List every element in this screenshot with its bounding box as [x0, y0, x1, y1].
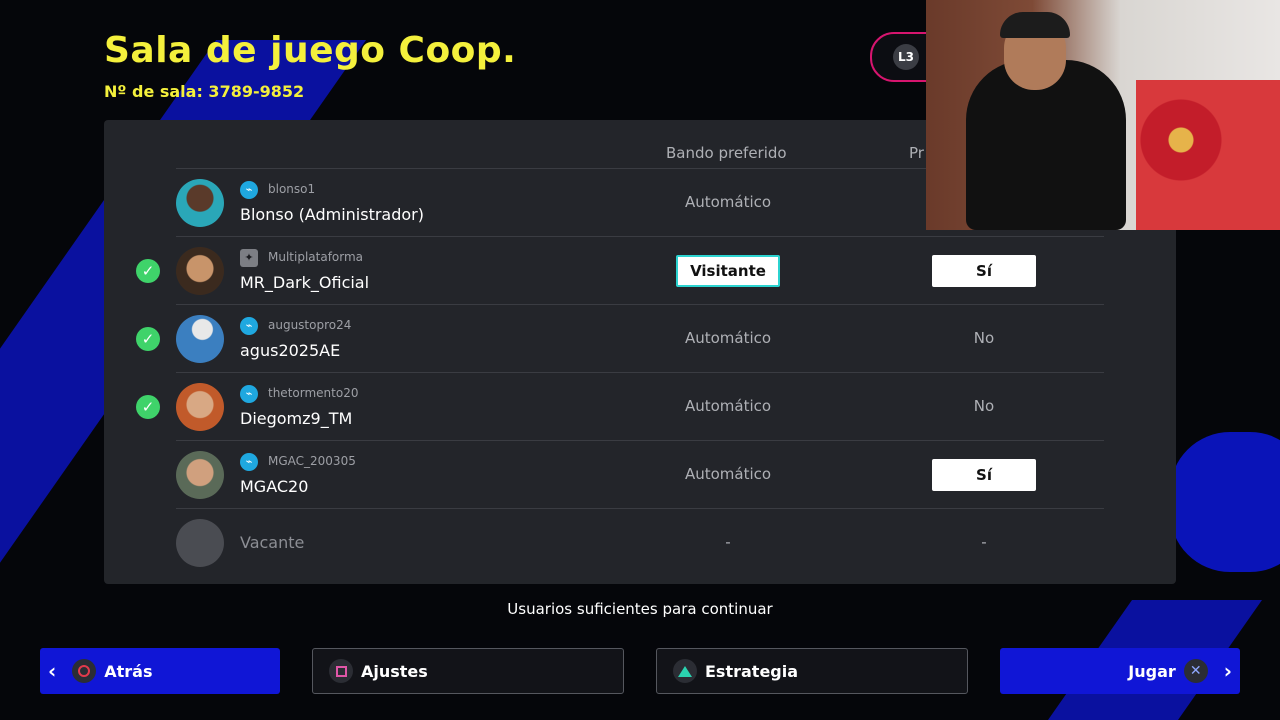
account-id: thetormento20 [268, 386, 359, 400]
chevron-right-icon: › [1223, 659, 1232, 683]
back-button[interactable]: ‹ Atrás [40, 648, 280, 694]
avatar-placeholder [176, 519, 224, 567]
settings-label: Ajustes [361, 661, 428, 681]
preferred-side-selected[interactable]: Visitante [676, 255, 780, 287]
avatar [176, 247, 224, 295]
strategy-label: Estrategia [705, 661, 799, 681]
avatar [176, 315, 224, 363]
column-header-pref: Pr [909, 144, 924, 162]
player-name: Diegomz9_TM [240, 409, 353, 428]
back-label: Atrás [104, 661, 153, 681]
room-number: Nº de sala: 3789-9852 [104, 82, 305, 101]
webcam-background [1136, 80, 1280, 230]
vacant-row[interactable]: Vacante - - [176, 508, 1104, 577]
column-header-side: Bando preferido [666, 144, 787, 162]
playstation-icon: ⌁ [240, 181, 258, 199]
preferred-side: - [725, 533, 731, 551]
check-icon: ✓ [136, 395, 160, 419]
cross-button-icon: ✕ [1183, 659, 1208, 683]
preference-value: - [981, 533, 987, 551]
status-message: Usuarios suficientes para continuar [507, 600, 773, 618]
webcam-overlay [926, 0, 1280, 230]
account-id: blonso1 [268, 182, 316, 196]
check-icon: ✓ [136, 259, 160, 283]
avatar [176, 451, 224, 499]
preferred-side[interactable]: Automático [676, 397, 780, 415]
player-row[interactable]: ⌁ MGAC_200305 MGAC20 Automático Sí [176, 440, 1104, 509]
preference-value[interactable]: No [932, 329, 1036, 347]
preferred-side[interactable]: Automático [676, 193, 780, 211]
playstation-icon: ⌁ [240, 385, 258, 403]
webcam-cap [1000, 12, 1070, 38]
chevron-left-icon: ‹ [48, 659, 57, 683]
l3-button-icon: L3 [893, 44, 919, 70]
player-name: MGAC20 [240, 477, 309, 496]
triangle-button-icon [673, 659, 697, 683]
preferred-side[interactable]: Automático [676, 329, 780, 347]
check-icon: ✓ [136, 327, 160, 351]
account-id: Multiplataforma [268, 250, 364, 264]
playstation-icon: ⌁ [240, 317, 258, 335]
account-id: augustopro24 [268, 318, 352, 332]
preference-toggle[interactable]: Sí [932, 459, 1036, 491]
player-name: agus2025AE [240, 341, 341, 360]
playstation-icon: ⌁ [240, 453, 258, 471]
circle-button-icon [72, 659, 97, 683]
avatar [176, 383, 224, 431]
vacant-label: Vacante [240, 533, 305, 552]
player-row[interactable]: ✓ ✦ Multiplataforma MR_Dark_Oficial Visi… [136, 236, 1104, 305]
player-name: MR_Dark_Oficial [240, 273, 370, 292]
background-blob [1170, 432, 1280, 572]
preference-value[interactable]: No [932, 397, 1036, 415]
settings-button[interactable]: Ajustes [312, 648, 624, 694]
play-label: Jugar [1128, 661, 1176, 681]
preferred-side[interactable]: Automático [676, 465, 780, 483]
gamepad-icon: ✦ [240, 249, 258, 267]
player-name: Blonso (Administrador) [240, 205, 424, 224]
page-title: Sala de juego Coop. [104, 30, 517, 71]
account-id: MGAC_200305 [268, 454, 356, 468]
preference-toggle[interactable]: Sí [932, 255, 1036, 287]
avatar [176, 179, 224, 227]
square-button-icon [329, 659, 353, 683]
strategy-button[interactable]: Estrategia [656, 648, 968, 694]
player-row[interactable]: ✓ ⌁ augustopro24 agus2025AE Automático N… [136, 304, 1104, 373]
player-row[interactable]: ✓ ⌁ thetormento20 Diegomz9_TM Automático… [136, 372, 1104, 441]
play-button[interactable]: Jugar ✕ › [1000, 648, 1240, 694]
